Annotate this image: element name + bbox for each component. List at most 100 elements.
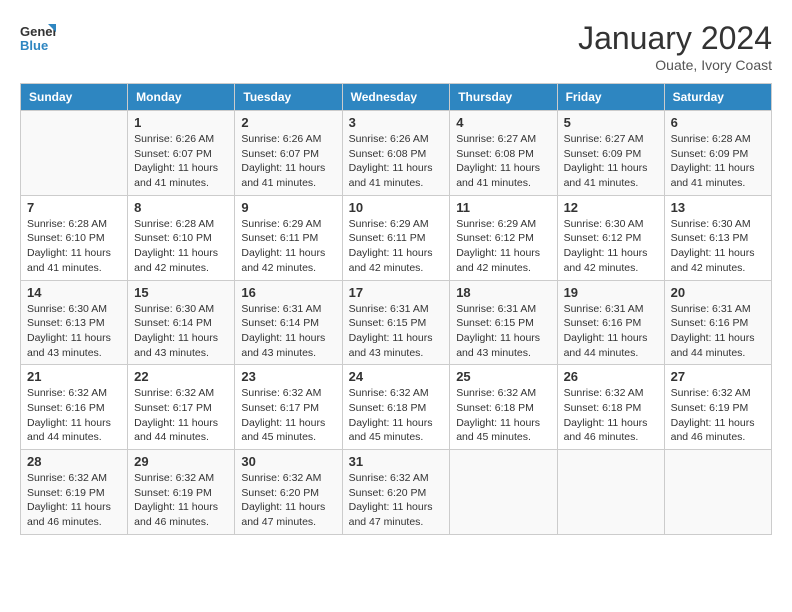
day-header-saturday: Saturday — [664, 84, 771, 111]
day-number: 9 — [241, 200, 335, 215]
day-number: 25 — [456, 369, 550, 384]
day-info: Sunrise: 6:32 AMSunset: 6:19 PMDaylight:… — [671, 386, 765, 445]
day-number: 10 — [349, 200, 444, 215]
week-row-1: 1 Sunrise: 6:26 AMSunset: 6:07 PMDaylight… — [21, 111, 772, 196]
week-row-4: 21 Sunrise: 6:32 AMSunset: 6:16 PMDayligh… — [21, 365, 772, 450]
day-info: Sunrise: 6:31 AMSunset: 6:16 PMDaylight:… — [564, 302, 658, 361]
logo-icon: General Blue — [20, 20, 56, 56]
day-info: Sunrise: 6:26 AMSunset: 6:07 PMDaylight:… — [134, 132, 228, 191]
day-number: 26 — [564, 369, 658, 384]
calendar-cell: 27 Sunrise: 6:32 AMSunset: 6:19 PMDayligh… — [664, 365, 771, 450]
week-row-2: 7 Sunrise: 6:28 AMSunset: 6:10 PMDaylight… — [21, 195, 772, 280]
page-header: General Blue January 2024 Ouate, Ivory C… — [20, 20, 772, 73]
day-header-friday: Friday — [557, 84, 664, 111]
calendar-cell — [450, 450, 557, 535]
day-number: 16 — [241, 285, 335, 300]
calendar-cell — [21, 111, 128, 196]
day-info: Sunrise: 6:27 AMSunset: 6:08 PMDaylight:… — [456, 132, 550, 191]
title-block: January 2024 Ouate, Ivory Coast — [578, 20, 772, 73]
day-info: Sunrise: 6:32 AMSunset: 6:16 PMDaylight:… — [27, 386, 121, 445]
day-info: Sunrise: 6:31 AMSunset: 6:14 PMDaylight:… — [241, 302, 335, 361]
calendar-cell: 7 Sunrise: 6:28 AMSunset: 6:10 PMDaylight… — [21, 195, 128, 280]
day-number: 30 — [241, 454, 335, 469]
day-info: Sunrise: 6:27 AMSunset: 6:09 PMDaylight:… — [564, 132, 658, 191]
day-number: 21 — [27, 369, 121, 384]
day-header-monday: Monday — [128, 84, 235, 111]
day-number: 1 — [134, 115, 228, 130]
calendar-cell — [664, 450, 771, 535]
day-info: Sunrise: 6:32 AMSunset: 6:18 PMDaylight:… — [349, 386, 444, 445]
day-number: 29 — [134, 454, 228, 469]
calendar-cell: 1 Sunrise: 6:26 AMSunset: 6:07 PMDaylight… — [128, 111, 235, 196]
day-number: 28 — [27, 454, 121, 469]
calendar-cell: 17 Sunrise: 6:31 AMSunset: 6:15 PMDayligh… — [342, 280, 450, 365]
day-info: Sunrise: 6:26 AMSunset: 6:07 PMDaylight:… — [241, 132, 335, 191]
day-info: Sunrise: 6:29 AMSunset: 6:11 PMDaylight:… — [241, 217, 335, 276]
day-info: Sunrise: 6:31 AMSunset: 6:16 PMDaylight:… — [671, 302, 765, 361]
calendar-cell: 5 Sunrise: 6:27 AMSunset: 6:09 PMDaylight… — [557, 111, 664, 196]
day-number: 3 — [349, 115, 444, 130]
calendar-cell: 13Sunrise: 6:30 AMSunset: 6:13 PMDayligh… — [664, 195, 771, 280]
svg-text:Blue: Blue — [20, 38, 48, 53]
calendar-cell: 3 Sunrise: 6:26 AMSunset: 6:08 PMDaylight… — [342, 111, 450, 196]
calendar-cell: 23 Sunrise: 6:32 AMSunset: 6:17 PMDayligh… — [235, 365, 342, 450]
day-info: Sunrise: 6:28 AMSunset: 6:10 PMDaylight:… — [27, 217, 121, 276]
day-number: 11 — [456, 200, 550, 215]
day-info: Sunrise: 6:28 AMSunset: 6:09 PMDaylight:… — [671, 132, 765, 191]
day-header-thursday: Thursday — [450, 84, 557, 111]
day-number: 5 — [564, 115, 658, 130]
day-number: 12 — [564, 200, 658, 215]
calendar-cell: 11Sunrise: 6:29 AMSunset: 6:12 PMDayligh… — [450, 195, 557, 280]
day-info: Sunrise: 6:28 AMSunset: 6:10 PMDaylight:… — [134, 217, 228, 276]
day-number: 7 — [27, 200, 121, 215]
day-info: Sunrise: 6:31 AMSunset: 6:15 PMDaylight:… — [349, 302, 444, 361]
day-info: Sunrise: 6:29 AMSunset: 6:11 PMDaylight:… — [349, 217, 444, 276]
calendar-cell: 28Sunrise: 6:32 AMSunset: 6:19 PMDayligh… — [21, 450, 128, 535]
day-header-sunday: Sunday — [21, 84, 128, 111]
day-number: 17 — [349, 285, 444, 300]
calendar-cell: 8 Sunrise: 6:28 AMSunset: 6:10 PMDaylight… — [128, 195, 235, 280]
day-info: Sunrise: 6:26 AMSunset: 6:08 PMDaylight:… — [349, 132, 444, 191]
day-info: Sunrise: 6:32 AMSunset: 6:18 PMDaylight:… — [456, 386, 550, 445]
day-number: 31 — [349, 454, 444, 469]
calendar-cell: 26 Sunrise: 6:32 AMSunset: 6:18 PMDayligh… — [557, 365, 664, 450]
calendar-cell: 22 Sunrise: 6:32 AMSunset: 6:17 PMDayligh… — [128, 365, 235, 450]
day-number: 8 — [134, 200, 228, 215]
day-number: 22 — [134, 369, 228, 384]
day-info: Sunrise: 6:32 AMSunset: 6:17 PMDaylight:… — [241, 386, 335, 445]
calendar-cell: 6Sunrise: 6:28 AMSunset: 6:09 PMDaylight… — [664, 111, 771, 196]
day-info: Sunrise: 6:32 AMSunset: 6:19 PMDaylight:… — [134, 471, 228, 530]
day-number: 19 — [564, 285, 658, 300]
day-info: Sunrise: 6:30 AMSunset: 6:12 PMDaylight:… — [564, 217, 658, 276]
day-info: Sunrise: 6:30 AMSunset: 6:13 PMDaylight:… — [27, 302, 121, 361]
day-header-tuesday: Tuesday — [235, 84, 342, 111]
month-title: January 2024 — [578, 20, 772, 57]
day-info: Sunrise: 6:32 AMSunset: 6:17 PMDaylight:… — [134, 386, 228, 445]
calendar-cell: 30 Sunrise: 6:32 AMSunset: 6:20 PMDayligh… — [235, 450, 342, 535]
calendar-cell: 9 Sunrise: 6:29 AMSunset: 6:11 PMDaylight… — [235, 195, 342, 280]
calendar-cell: 15Sunrise: 6:30 AMSunset: 6:14 PMDayligh… — [128, 280, 235, 365]
week-row-5: 28 Sunrise: 6:32 AMSunset: 6:19 PMDayligh… — [21, 450, 772, 535]
calendar-cell: 18 Sunrise: 6:31 AMSunset: 6:15 PMDayligh… — [450, 280, 557, 365]
day-info: Sunrise: 6:31 AMSunset: 6:15 PMDaylight:… — [456, 302, 550, 361]
day-number: 27 — [671, 369, 765, 384]
day-number: 23 — [241, 369, 335, 384]
day-number: 15 — [134, 285, 228, 300]
calendar-cell: 12 Sunrise: 6:30 AMSunset: 6:12 PMDayligh… — [557, 195, 664, 280]
day-info: Sunrise: 6:32 AMSunset: 6:20 PMDaylight:… — [349, 471, 444, 530]
day-number: 18 — [456, 285, 550, 300]
day-info: Sunrise: 6:30 AMSunset: 6:13 PMDaylight:… — [671, 217, 765, 276]
location-subtitle: Ouate, Ivory Coast — [578, 57, 772, 73]
logo: General Blue — [20, 20, 56, 56]
calendar-cell: 19 Sunrise: 6:31 AMSunset: 6:16 PMDayligh… — [557, 280, 664, 365]
day-number: 2 — [241, 115, 335, 130]
calendar-cell: 20 Sunrise: 6:31 AMSunset: 6:16 PMDayligh… — [664, 280, 771, 365]
day-number: 20 — [671, 285, 765, 300]
calendar-cell: 2 Sunrise: 6:26 AMSunset: 6:07 PMDaylight… — [235, 111, 342, 196]
day-info: Sunrise: 6:32 AMSunset: 6:20 PMDaylight:… — [241, 471, 335, 530]
calendar-cell: 31 Sunrise: 6:32 AMSunset: 6:20 PMDayligh… — [342, 450, 450, 535]
day-number: 24 — [349, 369, 444, 384]
calendar-cell: 14 Sunrise: 6:30 AMSunset: 6:13 PMDayligh… — [21, 280, 128, 365]
day-number: 14 — [27, 285, 121, 300]
day-info: Sunrise: 6:32 AMSunset: 6:18 PMDaylight:… — [564, 386, 658, 445]
